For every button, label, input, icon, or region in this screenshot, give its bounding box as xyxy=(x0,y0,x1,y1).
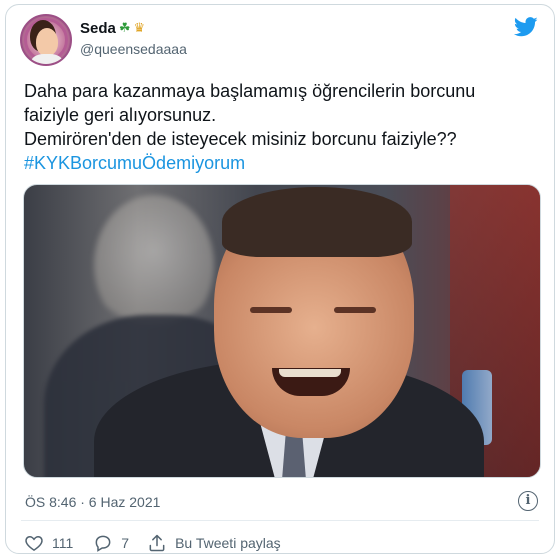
reply-count: 7 xyxy=(121,535,130,551)
photo-teeth xyxy=(279,369,341,377)
share-label: Bu Tweeti paylaş xyxy=(175,535,281,551)
avatar-body xyxy=(31,54,63,64)
tweet-line: Daha para kazanmaya başlamamış öğrencile… xyxy=(24,81,476,101)
tweet-line: Demirören'den de isteyecek misiniz borcu… xyxy=(24,129,457,149)
avatar-face xyxy=(36,28,58,56)
reply-bubble-icon xyxy=(95,535,111,552)
reply-button[interactable]: 7 xyxy=(93,533,129,553)
clover-emoji: ☘ xyxy=(118,21,131,36)
divider xyxy=(21,520,539,521)
hashtag-link[interactable]: #KYKBorcumuÖdemiyorum xyxy=(24,151,544,175)
tweet-timestamp[interactable]: ÖS 8:46 · 6 Haz 2021 xyxy=(25,494,160,510)
like-button[interactable]: 111 xyxy=(24,533,73,553)
like-count: 111 xyxy=(52,535,74,551)
twitter-bird-icon[interactable] xyxy=(514,17,538,37)
name-row: Seda ☘ ♛ xyxy=(80,20,145,37)
heart-icon xyxy=(25,535,43,551)
tweet-line: faiziyle geri alıyorsunuz. xyxy=(24,105,217,125)
photo-eye-left xyxy=(250,307,292,313)
share-icon xyxy=(149,534,165,552)
avatar[interactable] xyxy=(20,14,72,66)
photo-background-person xyxy=(94,195,214,335)
crown-emoji: ♛ xyxy=(133,21,146,36)
tweet-text: Daha para kazanmaya başlamamış öğrencile… xyxy=(24,79,544,175)
info-icon[interactable]: i xyxy=(518,491,538,511)
user-handle[interactable]: @queensedaaaa xyxy=(80,41,187,57)
photo-eye-right xyxy=(334,307,376,313)
action-bar: 111 7 Bu Tweeti paylaş xyxy=(24,533,281,553)
tweet-photo[interactable] xyxy=(23,184,541,478)
display-name[interactable]: Seda xyxy=(80,20,116,37)
photo-hair xyxy=(222,187,412,257)
tweet-card: Seda ☘ ♛ @queensedaaaa Daha para kazanma… xyxy=(5,4,555,554)
share-button[interactable]: Bu Tweeti paylaş xyxy=(147,533,281,553)
